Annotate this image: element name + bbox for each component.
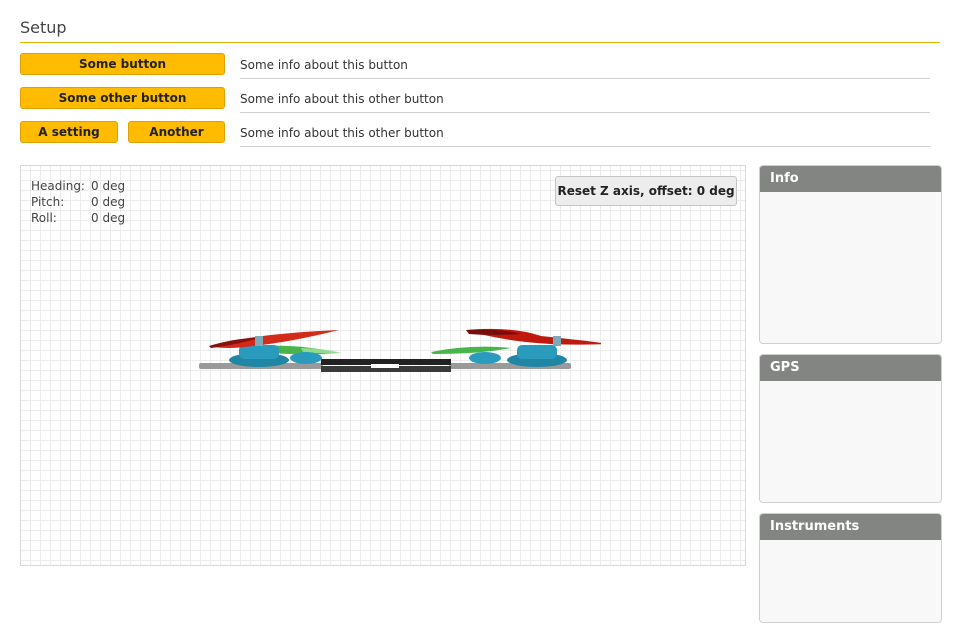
info-panel-title: Info: [760, 166, 941, 192]
roll-label: Roll:: [31, 211, 57, 225]
a-setting-button[interactable]: A setting: [20, 121, 118, 143]
roll-row: Roll: 0 deg: [31, 210, 125, 226]
heading-row: Heading: 0 deg: [31, 178, 125, 194]
reset-z-axis-button[interactable]: Reset Z axis, offset: 0 deg: [555, 176, 737, 206]
front-right-motor-cap: [553, 336, 561, 346]
rear-left-motor: [290, 352, 322, 364]
pitch-value: 0 deg: [91, 195, 126, 209]
another-button[interactable]: Another: [128, 121, 225, 143]
gps-panel: GPS: [759, 354, 942, 503]
some-button-info: Some info about this button: [240, 54, 930, 79]
info-panel: Info: [759, 165, 942, 344]
instruments-panel-title: Instruments: [760, 514, 941, 540]
front-left-motor-cap: [255, 336, 263, 346]
right-green-propeller: [431, 346, 511, 354]
gps-panel-title: GPS: [760, 355, 941, 381]
pitch-label: Pitch:: [31, 195, 65, 209]
pitch-row: Pitch: 0 deg: [31, 194, 125, 210]
center-light: [371, 364, 399, 368]
page-title: Setup: [20, 18, 940, 43]
rear-right-motor: [469, 352, 501, 364]
quadcopter-model-icon: [199, 328, 601, 372]
attitude-readout: Heading: 0 deg Pitch: 0 deg Roll: 0 deg: [31, 178, 125, 226]
setting-info: Some info about this other button: [240, 122, 930, 147]
heading-label: Heading:: [31, 179, 85, 193]
heading-value: 0 deg: [91, 179, 126, 193]
some-other-button-info: Some info about this other button: [240, 88, 930, 113]
front-left-motor-bell: [239, 345, 279, 359]
roll-value: 0 deg: [91, 211, 126, 225]
some-other-button[interactable]: Some other button: [20, 87, 225, 109]
model-viewport[interactable]: Heading: 0 deg Pitch: 0 deg Roll: 0 deg Res…: [20, 165, 746, 566]
instruments-panel: Instruments: [759, 513, 942, 623]
some-button[interactable]: Some button: [20, 53, 225, 75]
front-right-motor-bell: [517, 345, 557, 359]
